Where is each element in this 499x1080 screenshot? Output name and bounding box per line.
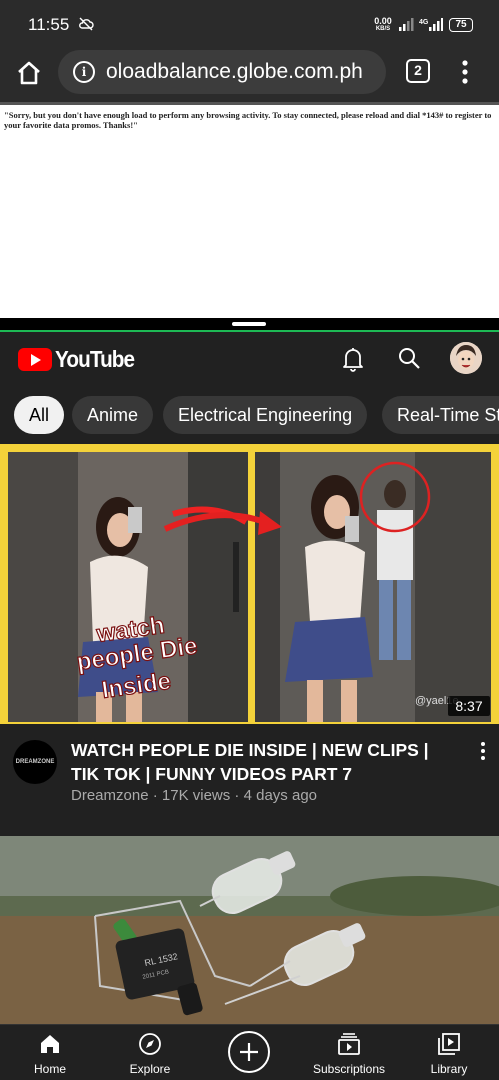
account-avatar[interactable] bbox=[450, 342, 482, 374]
elevator-scene-left: watch people Die Inside bbox=[8, 452, 248, 722]
search-icon[interactable] bbox=[397, 346, 421, 370]
battery-indicator: 75 bbox=[449, 18, 473, 32]
nav-home-label: Home bbox=[33, 1062, 66, 1076]
avatar-face-icon bbox=[450, 342, 482, 374]
library-icon bbox=[438, 1033, 460, 1055]
youtube-play-logo-icon bbox=[18, 348, 52, 371]
channel-name: Dreamzone bbox=[71, 787, 149, 804]
load-warning-message: "Sorry, but you don't have enough load t… bbox=[4, 110, 492, 130]
svg-text:4G: 4G bbox=[419, 19, 429, 26]
notifications-bell-icon[interactable] bbox=[341, 346, 365, 372]
home-icon[interactable] bbox=[14, 58, 44, 88]
video-duration-badge: 8:37 bbox=[448, 696, 490, 716]
thumbnail-right-panel: @yael1e bbox=[255, 452, 491, 722]
video-title[interactable]: WATCH PEOPLE DIE INSIDE | NEW CLIPS | TI… bbox=[71, 738, 451, 786]
url-text[interactable]: oloadbalance.globe.com.ph bbox=[106, 60, 363, 84]
elevator-scene-right: @yael1e bbox=[255, 452, 491, 722]
status-time: 11:55 bbox=[28, 15, 70, 34]
filter-chips: All Anime Electrical Engineering Real-Ti… bbox=[0, 396, 499, 436]
status-bar: 11:55 0.00 KB/S 4G 75 bbox=[0, 0, 499, 50]
view-count: 17K views bbox=[161, 787, 231, 804]
compass-icon bbox=[139, 1033, 161, 1055]
video-subtitle: Dreamzone · 17K views · 4 days ago bbox=[71, 787, 317, 804]
signal-icon bbox=[399, 18, 414, 31]
web-content: "Sorry, but you don't have enough load t… bbox=[0, 102, 499, 318]
split-screen-divider[interactable] bbox=[0, 318, 499, 332]
youtube-app: YouTube All Anime Electrical Engineering bbox=[0, 332, 499, 1080]
create-button[interactable] bbox=[228, 1031, 270, 1073]
subscriptions-icon bbox=[338, 1033, 360, 1055]
youtube-header: YouTube bbox=[0, 332, 499, 388]
chip-all[interactable]: All bbox=[14, 396, 65, 434]
browser-toolbar: i oloadbalance.globe.com.ph 2 bbox=[0, 50, 499, 102]
nav-subscriptions[interactable]: Subscriptions bbox=[299, 1025, 399, 1080]
nav-home[interactable]: Home bbox=[0, 1025, 100, 1080]
chip-real-time[interactable]: Real-Time St bbox=[382, 396, 499, 434]
bottom-navigation: Home Explore Subscriptions Library bbox=[0, 1024, 499, 1080]
video-thumbnail-2[interactable]: RL 1532 2011 PCB bbox=[0, 836, 499, 1026]
tab-switcher-button[interactable]: 2 bbox=[406, 59, 430, 83]
more-vert-icon[interactable] bbox=[455, 58, 475, 86]
chip-electrical-engineering[interactable]: Electrical Engineering bbox=[163, 396, 368, 434]
divider-handle[interactable] bbox=[232, 322, 266, 326]
nav-explore-label: Explore bbox=[129, 1062, 171, 1076]
video-thumbnail[interactable]: watch people Die Inside @yael1e bbox=[0, 444, 499, 724]
info-icon[interactable]: i bbox=[73, 61, 95, 83]
nav-explore[interactable]: Explore bbox=[100, 1025, 200, 1080]
nav-library-label: Library bbox=[430, 1062, 468, 1076]
video-options-icon[interactable] bbox=[478, 740, 488, 762]
nav-subscriptions-label: Subscriptions bbox=[312, 1062, 386, 1076]
chip-anime[interactable]: Anime bbox=[72, 396, 154, 434]
video-details[interactable]: DREAMZONE WATCH PEOPLE DIE INSIDE | NEW … bbox=[0, 724, 499, 834]
channel-avatar[interactable]: DREAMZONE bbox=[13, 740, 57, 784]
plus-icon bbox=[240, 1043, 258, 1061]
nav-library[interactable]: Library bbox=[399, 1025, 499, 1080]
network-speed: 0.00 KB/S bbox=[374, 16, 392, 33]
upload-age: 4 days ago bbox=[243, 787, 317, 804]
address-bar[interactable]: i oloadbalance.globe.com.ph bbox=[58, 50, 386, 94]
red-arrow-icon bbox=[163, 511, 282, 535]
thumbnail-left-panel: watch people Die Inside bbox=[8, 452, 248, 722]
youtube-logo-text: YouTube bbox=[55, 346, 135, 372]
circuit-scene: RL 1532 2011 PCB bbox=[0, 836, 499, 1026]
cloud-off-icon bbox=[79, 17, 94, 31]
lte-signal-icon: 4G bbox=[419, 18, 443, 31]
home-icon bbox=[41, 1035, 59, 1053]
